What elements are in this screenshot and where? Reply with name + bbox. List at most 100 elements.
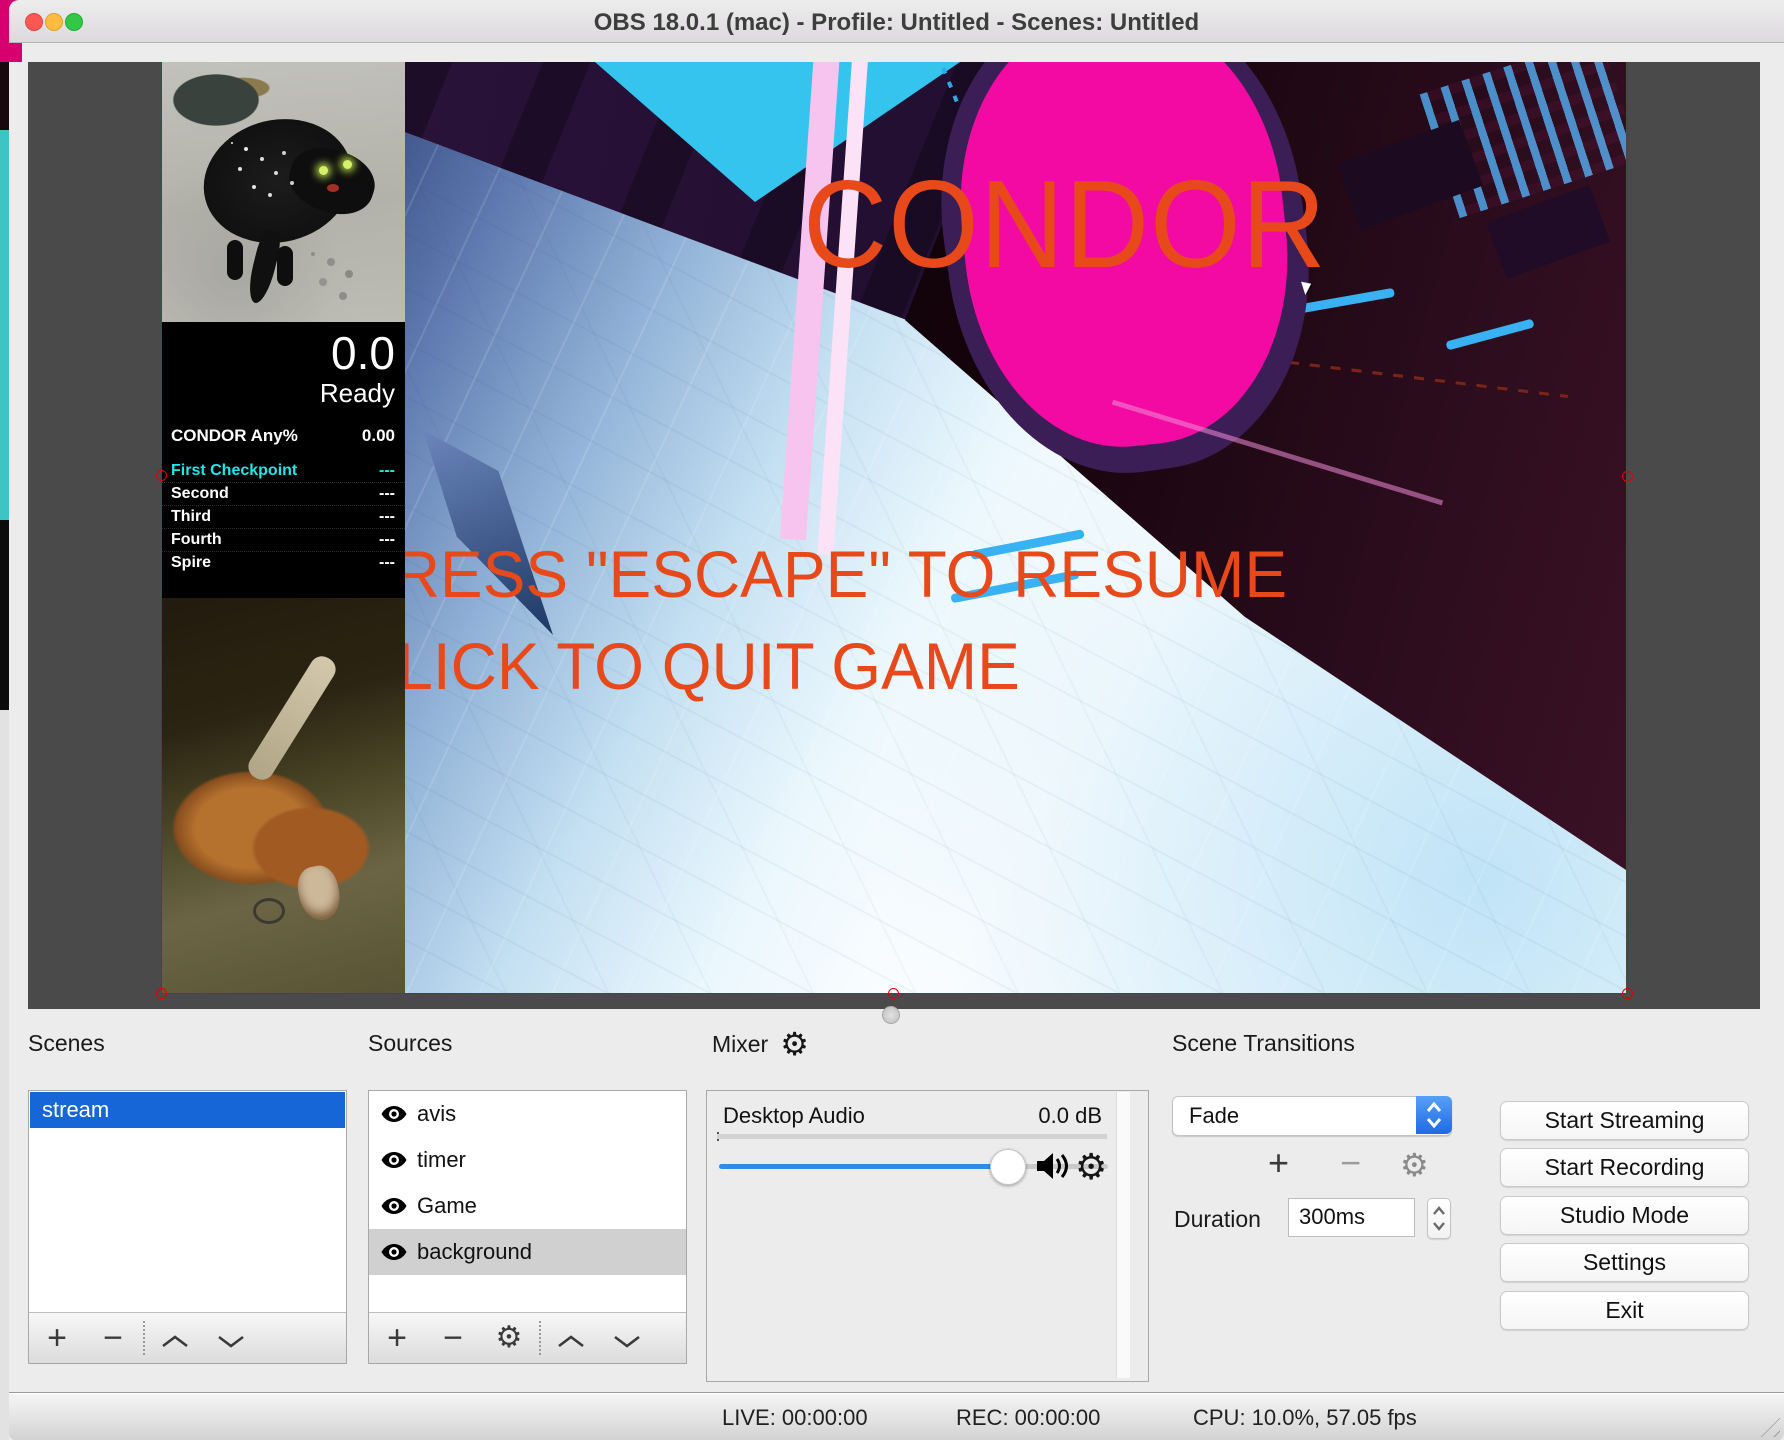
- toolbar-divider: [143, 1321, 145, 1355]
- split-label: Fourth: [171, 531, 222, 549]
- timer-source[interactable]: 0.0 Ready CONDOR Any% 0.00 First Checkpo…: [161, 322, 405, 598]
- move-scene-up-button[interactable]: [147, 1313, 203, 1363]
- channel-gear-icon[interactable]: ⚙: [1075, 1149, 1107, 1185]
- duration-input[interactable]: 300ms: [1288, 1198, 1415, 1237]
- selection-handle-bottom-left[interactable]: [156, 988, 167, 999]
- visibility-eye-icon[interactable]: [381, 1197, 407, 1215]
- selection-handle-mid-left[interactable]: [156, 470, 167, 481]
- split-row: Spire ---: [161, 551, 405, 574]
- split-row: Fourth ---: [161, 528, 405, 551]
- timer-run-name: CONDOR Any%: [171, 426, 298, 446]
- selection-handle-bottom-center[interactable]: [888, 988, 899, 999]
- painting-dog-ear: [294, 862, 344, 923]
- split-label: Spire: [171, 554, 211, 572]
- pause-quit-text: CLICK TO QUIT GAME: [405, 628, 1020, 704]
- mixer-channel-level: 0.0 dB: [1038, 1103, 1102, 1129]
- visibility-eye-icon[interactable]: [381, 1243, 407, 1261]
- move-source-up-button[interactable]: [543, 1313, 599, 1363]
- painting-dog-leg: [244, 652, 340, 785]
- mixer-config-gear-icon[interactable]: ⚙: [780, 1028, 809, 1060]
- resize-grip[interactable]: [1754, 1411, 1780, 1437]
- source-label: timer: [417, 1147, 466, 1173]
- source-row-avis[interactable]: avis: [369, 1091, 686, 1137]
- paw-prints: [311, 252, 315, 256]
- dog-photo-eye: [319, 166, 328, 175]
- volume-meter: [717, 1134, 1107, 1139]
- mixer-heading-row: Mixer ⚙: [712, 1028, 809, 1060]
- timer-status: Ready: [320, 378, 395, 409]
- timer-run-value: 0.00: [362, 426, 395, 446]
- titlebar[interactable]: OBS 18.0.1 (mac) - Profile: Untitled - S…: [9, 0, 1784, 43]
- painting-image-source[interactable]: [161, 598, 405, 993]
- timer-run-row: CONDOR Any% 0.00: [161, 418, 405, 454]
- remove-transition-button[interactable]: −: [1340, 1145, 1361, 1181]
- source-label: Game: [417, 1193, 477, 1219]
- selection-handle-mid-right[interactable]: [1622, 471, 1633, 482]
- remove-scene-button[interactable]: −: [85, 1313, 141, 1363]
- rec-time-status: REC: 00:00:00: [956, 1405, 1100, 1431]
- mixer-heading: Mixer: [712, 1031, 768, 1058]
- pause-resume-text: PRESS "ESCAPE" TO RESUME: [405, 536, 1287, 612]
- source-row-timer[interactable]: timer: [369, 1137, 686, 1183]
- dog-photo-leg: [227, 240, 243, 280]
- scene-row-stream[interactable]: stream: [30, 1092, 345, 1128]
- split-row: Second ---: [161, 482, 405, 505]
- dog-photo-leg: [277, 246, 293, 286]
- studio-mode-button[interactable]: Studio Mode: [1500, 1196, 1749, 1235]
- scenes-list[interactable]: stream + −: [28, 1090, 347, 1364]
- split-row: Third ---: [161, 505, 405, 528]
- duration-label: Duration: [1174, 1206, 1261, 1233]
- scene-composite[interactable]: 0.0 Ready CONDOR Any% 0.00 First Checkpo…: [161, 62, 1626, 993]
- source-row-game[interactable]: Game: [369, 1183, 686, 1229]
- source-label: background: [417, 1239, 532, 1265]
- split-value: ---: [379, 508, 395, 526]
- split-value: ---: [379, 462, 395, 480]
- add-transition-button[interactable]: +: [1268, 1145, 1289, 1181]
- exit-button[interactable]: Exit: [1500, 1291, 1749, 1330]
- add-source-button[interactable]: +: [369, 1313, 425, 1363]
- avis-image-source[interactable]: [161, 62, 405, 322]
- speaker-icon[interactable]: [1035, 1151, 1069, 1181]
- source-properties-gear-icon[interactable]: ⚙: [481, 1313, 537, 1363]
- mixer-scrollbar[interactable]: [1116, 1092, 1130, 1378]
- transition-select[interactable]: Fade: [1172, 1096, 1452, 1136]
- move-source-down-button[interactable]: [599, 1313, 655, 1363]
- sources-toolbar: + − ⚙: [369, 1312, 686, 1363]
- obs-window: OBS 18.0.1 (mac) - Profile: Untitled - S…: [0, 0, 1784, 1440]
- popup-stepper-cap[interactable]: [1416, 1096, 1452, 1134]
- background-window-strip-black: [0, 520, 9, 710]
- volume-slider-handle[interactable]: [990, 1149, 1026, 1185]
- transition-selected-value: Fade: [1189, 1103, 1239, 1129]
- split-label: Third: [171, 508, 211, 526]
- volume-slider-fill: [719, 1164, 1005, 1169]
- sources-list[interactable]: avis timer Game background + − ⚙: [368, 1090, 687, 1364]
- selection-handle-bottom-right[interactable]: [1622, 988, 1633, 999]
- dog-photo-eye: [343, 160, 352, 169]
- remove-source-button[interactable]: −: [425, 1313, 481, 1363]
- split-row: First Checkpoint ---: [161, 460, 405, 482]
- visibility-eye-icon[interactable]: [381, 1105, 407, 1123]
- move-scene-down-button[interactable]: [203, 1313, 259, 1363]
- mixer-channel-name: Desktop Audio: [723, 1103, 865, 1129]
- snow-speckles: [231, 142, 233, 144]
- split-value: ---: [379, 531, 395, 549]
- game-title-text: CONDOR: [803, 154, 1327, 296]
- cpu-fps-status: CPU: 10.0%, 57.05 fps: [1193, 1405, 1417, 1431]
- transition-properties-gear-icon[interactable]: ⚙: [1400, 1147, 1429, 1183]
- sources-heading: Sources: [368, 1030, 452, 1057]
- splitter-handle[interactable]: [882, 1006, 900, 1024]
- add-scene-button[interactable]: +: [29, 1313, 85, 1363]
- status-bar: LIVE: 00:00:00 REC: 00:00:00 CPU: 10.0%,…: [9, 1392, 1784, 1440]
- start-streaming-button[interactable]: Start Streaming: [1500, 1101, 1749, 1140]
- start-recording-button[interactable]: Start Recording: [1500, 1148, 1749, 1187]
- background-window-strip-teal: [0, 130, 9, 520]
- background-window-strip-gray: [0, 710, 9, 1440]
- source-row-background[interactable]: background: [369, 1229, 686, 1275]
- duration-stepper[interactable]: [1427, 1198, 1451, 1239]
- game-capture-source[interactable]: CONDOR PRESS "ESCAPE" TO RESUME CLICK TO…: [405, 62, 1626, 993]
- split-label: First Checkpoint: [171, 462, 297, 480]
- settings-button[interactable]: Settings: [1500, 1243, 1749, 1282]
- visibility-eye-icon[interactable]: [381, 1151, 407, 1169]
- background-window-strip-dark: [0, 62, 9, 130]
- preview-canvas[interactable]: 0.0 Ready CONDOR Any% 0.00 First Checkpo…: [28, 62, 1760, 1009]
